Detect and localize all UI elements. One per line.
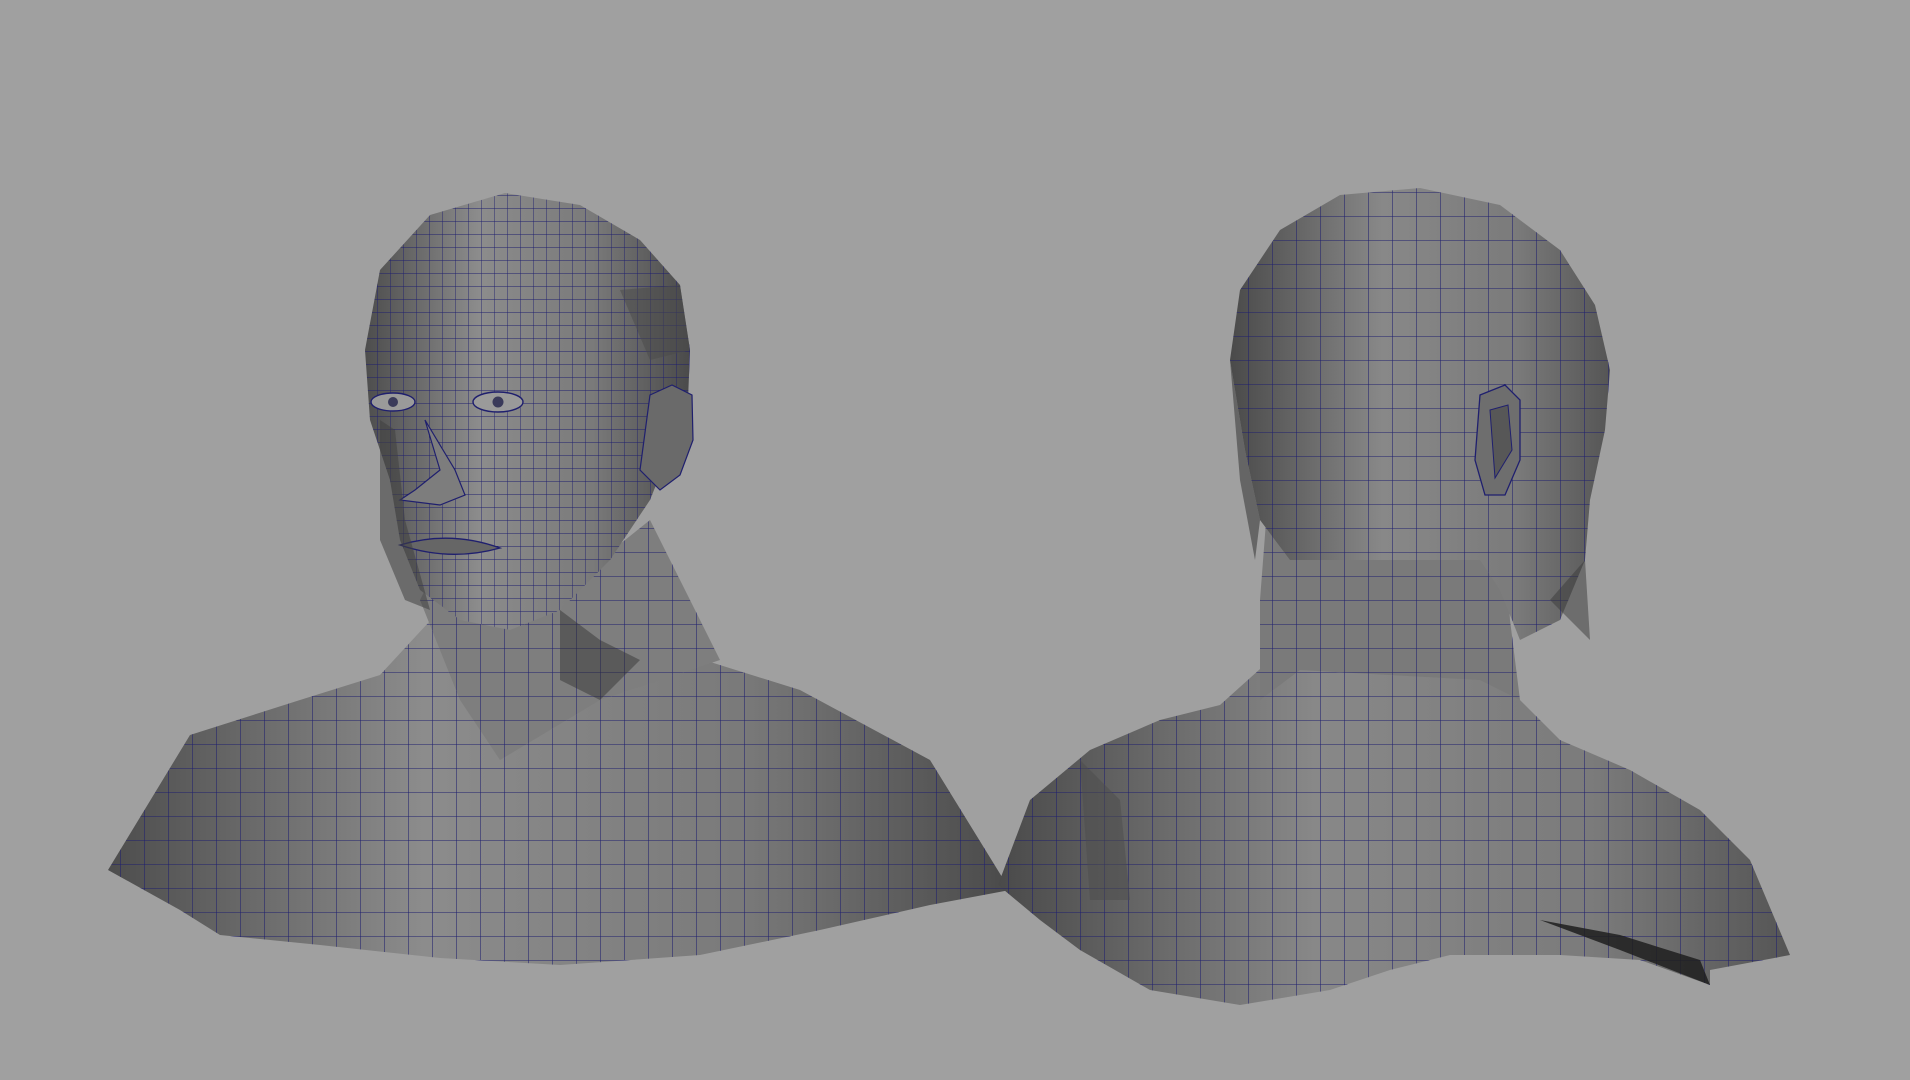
viewport-canvas: [108, 188, 1790, 1005]
head-bust-back-model[interactable]: [998, 188, 1790, 1005]
head-bust-front-model[interactable]: [108, 193, 1010, 965]
3d-viewport[interactable]: [0, 0, 1910, 1080]
